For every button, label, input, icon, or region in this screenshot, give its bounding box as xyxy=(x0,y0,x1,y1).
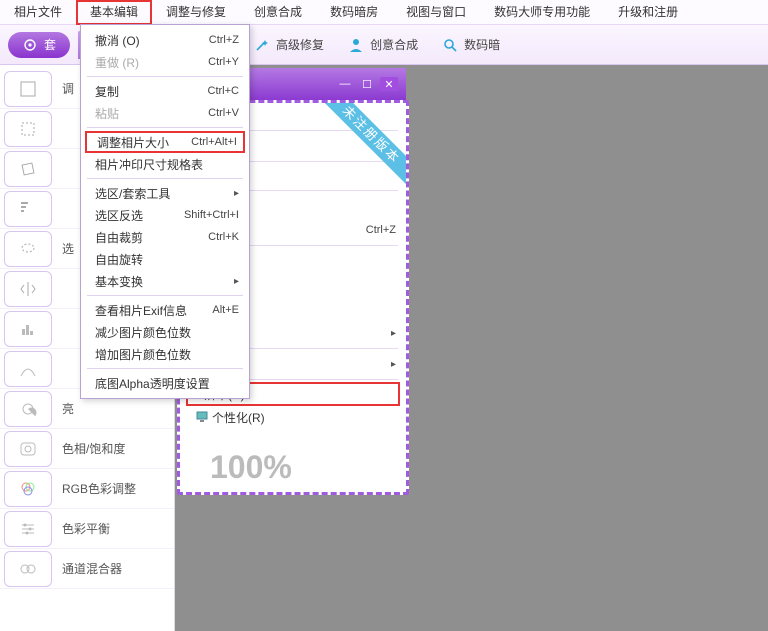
menubar: 相片文件 基本编辑 调整与修复 创意合成 数码暗房 视图与窗口 数码大师专用功能… xyxy=(0,0,768,25)
shortcut-label: Ctrl+Z xyxy=(366,224,396,236)
dd-selection-tools[interactable]: 选区/套索工具 xyxy=(81,182,249,204)
toolbar-pill-label: 套 xyxy=(44,36,56,53)
menu-file[interactable]: 相片文件 xyxy=(0,0,76,25)
curves-icon xyxy=(4,351,52,387)
shortcut-label: Ctrl+V xyxy=(208,107,239,119)
menu-upgrade[interactable]: 升级和注册 xyxy=(604,0,692,25)
rgb-icon xyxy=(4,471,52,507)
tool-icon xyxy=(4,71,52,107)
dd-print-size-table[interactable]: 相片冲印尺寸规格表 xyxy=(81,153,249,175)
sidebar-item-label: 色相/饱和度 xyxy=(62,440,125,457)
dd-redo[interactable]: 重做 (R)Ctrl+Y xyxy=(81,51,249,73)
wand-icon xyxy=(254,37,270,53)
monitor-icon xyxy=(196,411,208,423)
dd-free-crop[interactable]: 自由裁剪Ctrl+K xyxy=(81,226,249,248)
toolbar-tab-darkroom[interactable]: 数码暗 xyxy=(430,31,512,59)
dd-paste[interactable]: 粘贴Ctrl+V xyxy=(81,102,249,124)
toolbar-tab-label: 高级修复 xyxy=(276,36,324,53)
menu-creative[interactable]: 创意合成 xyxy=(240,0,316,25)
shortcut-label: Shift+Ctrl+I xyxy=(184,209,239,221)
dd-increase-colordepth[interactable]: 增加图片颜色位数 xyxy=(81,343,249,365)
toolbar-tab-label: 创意合成 xyxy=(370,36,418,53)
sidebar-item-label: 通道混合器 xyxy=(62,560,122,577)
toolbar-tab-advrepair[interactable]: 高级修复 xyxy=(242,31,336,59)
shortcut-label: Ctrl+Z xyxy=(209,34,239,46)
context-item[interactable]: 个性化(R) xyxy=(180,405,406,429)
sidebar-item-label: 亮 xyxy=(62,400,74,417)
dd-invert-selection[interactable]: 选区反选Shift+Ctrl+I xyxy=(81,204,249,226)
levels-icon xyxy=(4,191,52,227)
sliders-icon xyxy=(4,511,52,547)
shortcut-label: Ctrl+Y xyxy=(208,56,239,68)
shortcut-label: Ctrl+Alt+I xyxy=(191,136,237,148)
brightness-icon xyxy=(4,391,52,427)
dd-free-rotate[interactable]: 自由旋转 xyxy=(81,248,249,270)
close-button[interactable]: ✕ xyxy=(380,77,398,91)
dd-copy[interactable]: 复制Ctrl+C xyxy=(81,80,249,102)
toolbar-tab-creative[interactable]: 创意合成 xyxy=(336,31,430,59)
toolbar-tab-label: 数码暗 xyxy=(464,36,500,53)
user-icon xyxy=(348,37,364,53)
sidebar-item-huesat[interactable]: 色相/饱和度 xyxy=(0,429,174,469)
sidebar-item-label: 色彩平衡 xyxy=(62,520,110,537)
menu-pro[interactable]: 数码大师专用功能 xyxy=(480,0,604,25)
toolbar-pill[interactable]: 套 xyxy=(8,32,70,58)
shortcut-label: Ctrl+C xyxy=(208,85,239,97)
dd-decrease-colordepth[interactable]: 减少图片颜色位数 xyxy=(81,321,249,343)
sidebar-item-label: RGB色彩调整 xyxy=(62,480,136,497)
menu-darkroom[interactable]: 数码暗房 xyxy=(316,0,392,25)
dd-resize-image[interactable]: 调整相片大小Ctrl+Alt+I xyxy=(85,131,245,153)
sidebar-item-colorbalance[interactable]: 色彩平衡 xyxy=(0,509,174,549)
crop-icon xyxy=(4,111,52,147)
canvas-area: — ☐ ✕ 未注册版本 式(O) 捷方式(S) 移动(U)Ctrl+Z 性…… … xyxy=(175,65,768,631)
dd-alpha-settings[interactable]: 底图Alpha透明度设置 xyxy=(81,372,249,394)
lasso-icon xyxy=(4,231,52,267)
basic-edit-dropdown: 撤消 (O)Ctrl+Z 重做 (R)Ctrl+Y 复制Ctrl+C 粘贴Ctr… xyxy=(80,24,250,399)
huesat-icon xyxy=(4,431,52,467)
gear-icon xyxy=(22,37,38,53)
sidebar-item-rgb[interactable]: RGB色彩调整 xyxy=(0,469,174,509)
menu-adjust-repair[interactable]: 调整与修复 xyxy=(152,0,240,25)
dd-basic-transform[interactable]: 基本变换 xyxy=(81,270,249,292)
sidebar-item-label: 调 xyxy=(62,80,74,97)
dd-undo[interactable]: 撤消 (O)Ctrl+Z xyxy=(81,29,249,51)
shortcut-label: Ctrl+K xyxy=(208,231,239,243)
dd-exif[interactable]: 查看相片Exif信息Alt+E xyxy=(81,299,249,321)
minimize-button[interactable]: — xyxy=(336,77,354,91)
histogram-icon xyxy=(4,311,52,347)
mirror-icon xyxy=(4,271,52,307)
menu-basic-edit[interactable]: 基本编辑 xyxy=(76,0,152,25)
channelmixer-icon xyxy=(4,551,52,587)
menu-view-window[interactable]: 视图与窗口 xyxy=(392,0,480,25)
search-icon xyxy=(442,37,458,53)
shortcut-label: Alt+E xyxy=(212,304,239,316)
sidebar-item-channelmixer[interactable]: 通道混合器 xyxy=(0,549,174,589)
maximize-button[interactable]: ☐ xyxy=(358,77,376,91)
zoom-indicator: 100% xyxy=(210,449,292,486)
sidebar-item-label: 选 xyxy=(62,240,74,257)
rotate-icon xyxy=(4,151,52,187)
